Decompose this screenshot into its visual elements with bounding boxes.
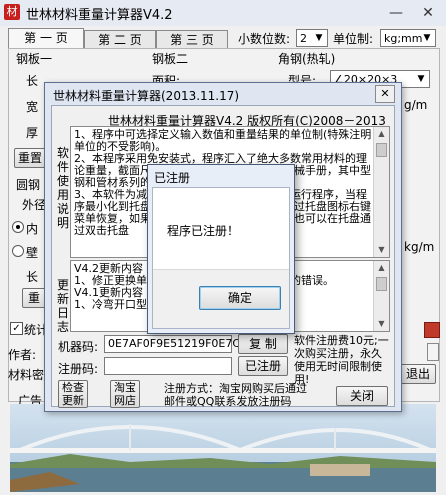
stats-checkbox[interactable]: ✓ (10, 322, 23, 335)
taobao-shop-button[interactable]: 淘宝 网店 (110, 380, 140, 408)
steel1-thick-label: 厚 (26, 126, 39, 140)
material-density-label: 材料密 (8, 368, 45, 382)
scroll-thumb[interactable] (376, 277, 387, 291)
reg-code-field[interactable] (104, 357, 232, 375)
fee-text: 软件注册费10元;一次购买注册，永久使用无时间限制使用! (294, 334, 389, 386)
group-round-title: 圆钢 (16, 178, 41, 192)
registered-msgbox: 已注册 程序已注册！ 确定 (147, 164, 295, 334)
scroll-stepper[interactable] (427, 343, 439, 361)
unit-select[interactable]: kg;mm ▼ (380, 29, 436, 47)
msgbox-title: 已注册 (154, 171, 191, 185)
outer-diameter-label: 外径 (22, 198, 47, 212)
chevron-down-icon: ▼ (417, 74, 425, 84)
unit-label: 单位制: (333, 32, 374, 46)
steel1-width-label: 宽 (26, 100, 39, 114)
group-steel1-title: 钢板一 (16, 52, 53, 66)
radio-wall-label: 壁 (26, 246, 39, 260)
update-side-label: 更新日志 (56, 278, 69, 334)
calculator-icon[interactable] (424, 322, 440, 338)
bridge-photo-graphic (10, 404, 436, 492)
scroll-down-icon[interactable]: ▼ (374, 243, 389, 257)
msgbox-body: 程序已注册！ 确定 (152, 187, 290, 329)
window-title: 世林材料重量计算器V4.2 (26, 8, 173, 23)
about-close-button[interactable]: 关闭 (336, 386, 388, 406)
reset-button-2[interactable]: 重 (22, 288, 46, 308)
close-icon[interactable]: ✕ (418, 4, 438, 22)
tab-page1[interactable]: 第 一 页 (8, 28, 84, 50)
scroll-up-icon[interactable]: ▲ (374, 127, 389, 141)
steel1-length-label: 长 (26, 74, 39, 88)
decimals-value: 2 (300, 32, 307, 45)
usage-side-label: 软件使用说明 (56, 146, 69, 230)
reg-method-text: 注册方式：淘宝网购买后通过邮件或QQ联系发放注册码 (164, 382, 307, 408)
ad-bridge-image (10, 404, 436, 492)
group-steel2-title: 钢板二 (152, 52, 189, 66)
tab-page3[interactable]: 第 三 页 (156, 30, 228, 49)
minimize-icon[interactable]: — (386, 4, 406, 22)
chevron-down-icon: ▼ (423, 33, 431, 43)
unit-gm-label: g/m (404, 98, 428, 112)
exit-button[interactable]: 退出 (400, 364, 436, 384)
msgbox-footer: 确定 (153, 269, 289, 328)
copy-button[interactable]: 复 制 (238, 334, 288, 354)
radio-wall[interactable] (12, 245, 24, 257)
machine-code-field[interactable]: 0E7AF0F9E51219F0E7CF (104, 335, 246, 353)
update-scrollbar[interactable]: ▲ ▼ (373, 261, 389, 331)
group-angle-title: 角钢(热轧) (278, 52, 336, 66)
machine-code-label: 机器码: (58, 340, 99, 354)
usage-scrollbar[interactable]: ▲ ▼ (373, 127, 389, 257)
unit-value: kg;mm (384, 32, 423, 45)
scroll-down-icon[interactable]: ▼ (374, 317, 389, 331)
author-label: 作者: (8, 348, 37, 362)
about-title: 世林材料重量计算器(2013.11.17) (53, 89, 240, 103)
about-close-icon[interactable]: ✕ (375, 85, 395, 103)
check-update-button[interactable]: 检查 更新 (58, 380, 88, 408)
unit-kgm-label: kg/m (404, 240, 435, 254)
chevron-down-icon: ▼ (315, 33, 323, 43)
app-icon: 材 (4, 4, 20, 20)
scroll-up-icon[interactable]: ▲ (374, 261, 389, 275)
window-titlebar: 材 世林材料重量计算器V4.2 — ✕ (0, 0, 446, 26)
reset-button[interactable]: 重置 (14, 148, 46, 168)
reg-code-label: 注册码: (58, 362, 99, 376)
decimals-select[interactable]: 2 ▼ (296, 29, 328, 47)
registered-button[interactable]: 已注册 (238, 356, 288, 376)
round-length-label: 长 (26, 270, 39, 284)
msgbox-text: 程序已注册！ (167, 224, 240, 238)
ok-button[interactable]: 确定 (199, 286, 281, 310)
radio-inner[interactable] (12, 221, 24, 233)
scroll-thumb[interactable] (376, 143, 387, 157)
tab-page2[interactable]: 第 二 页 (84, 30, 156, 49)
decimals-label: 小数位数: (238, 32, 291, 46)
radio-inner-label: 内 (26, 222, 39, 236)
